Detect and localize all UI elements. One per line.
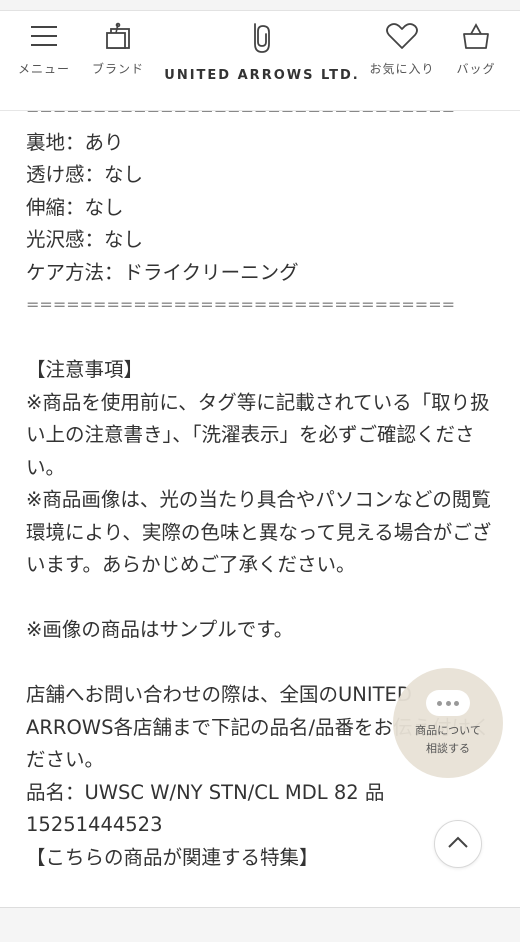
bag-label: バッグ <box>456 62 496 76</box>
logo-mark-icon <box>254 23 270 53</box>
note-care-label: ※商品を使用前に、タグ等に記載されている「取り扱い上の注意書き」、「洗濯表示」を… <box>26 390 490 479</box>
favorites-button[interactable]: お気に入り <box>364 22 440 77</box>
chevron-up-icon <box>448 836 468 848</box>
favorites-label: お気に入り <box>369 62 435 76</box>
bag-button[interactable]: バッグ <box>448 22 504 77</box>
brand-tag-icon <box>106 22 130 49</box>
product-name: 品名：UWSC W/NY STN/CL MDL 82 品 <box>26 780 385 804</box>
chat-bubble-icon <box>426 690 470 716</box>
brand-label: ブランド <box>91 62 144 76</box>
related-feature-heading: 【こちらの商品が関連する特集】 <box>26 845 319 869</box>
spec-luster: 光沢感：なし <box>26 228 144 251</box>
consult-button[interactable]: 商品について 相談する <box>393 668 503 778</box>
logo-text: UNITED ARROWS LTD. <box>164 68 360 83</box>
browser-bottom-bar <box>0 907 520 942</box>
brand-button[interactable]: ブランド <box>88 22 148 77</box>
site-logo[interactable]: UNITED ARROWS LTD. <box>164 22 360 83</box>
consult-label-line2: 相談する <box>426 742 470 755</box>
spec-stretch: 伸縮：なし <box>26 195 124 219</box>
notes-heading: 【注意事項】 <box>26 358 144 381</box>
site-header: メニュー ブランド UNITED ARROWS LTD. お気に入り バッグ <box>0 0 520 111</box>
sample-note: ※画像の商品はサンプルです。 <box>26 618 294 641</box>
product-number: 15251444523 <box>26 813 163 836</box>
spec-sheerness: 透け感：なし <box>26 163 144 186</box>
heart-icon <box>386 23 418 49</box>
shopping-bag-icon <box>463 23 489 49</box>
note-color: ※商品画像は、光の当たり具合やパソコンなどの閲覧環境により、実際の色味と異なって… <box>26 488 492 576</box>
hamburger-icon <box>31 26 57 46</box>
menu-label: メニュー <box>17 62 70 76</box>
consult-label-line1: 商品について <box>415 724 481 737</box>
status-strip <box>0 0 520 11</box>
divider-text: ================================ <box>26 295 455 314</box>
menu-button[interactable]: メニュー <box>14 22 74 77</box>
spec-care: ケア方法：ドライクリーニング <box>26 260 299 284</box>
spec-lining: 裏地：あり <box>26 130 124 154</box>
scroll-to-top-button[interactable] <box>434 820 482 868</box>
consult-label: 商品について 相談する <box>393 722 503 758</box>
